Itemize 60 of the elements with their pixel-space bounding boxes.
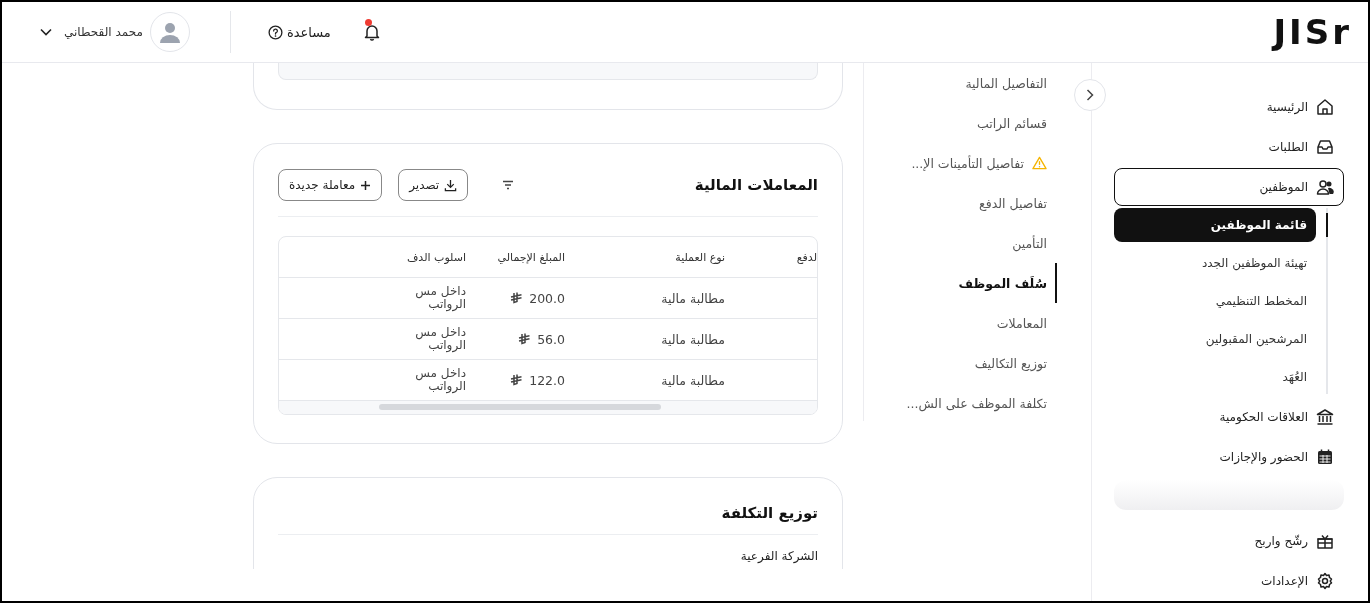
chevron-right-icon — [1086, 89, 1094, 101]
section-link[interactable]: التفاصيل المالية — [864, 63, 1057, 103]
table-cell-text: داخل مس الرواتب — [414, 366, 467, 394]
sidebar-item[interactable]: العلاقات الحكومية — [1114, 398, 1344, 436]
table-cell-text: داخل مس الرواتب — [414, 284, 467, 312]
home-icon — [1316, 98, 1334, 116]
submenu-item[interactable]: قائمة الموظفين — [1114, 208, 1316, 242]
user-name[interactable]: محمد القحطاني — [64, 25, 143, 39]
card-title: المعاملات المالية — [694, 176, 818, 194]
section-link[interactable]: التأمين — [864, 223, 1057, 263]
scrollbar[interactable] — [379, 404, 661, 410]
section-link[interactable]: تفاصيل الدفع — [864, 183, 1057, 223]
section-link[interactable]: تكلفة الموظف على الش... — [864, 383, 1057, 423]
plus-icon — [360, 179, 372, 191]
sidebar-item[interactable]: الطلبات — [1114, 128, 1344, 166]
gift-icon — [1316, 532, 1334, 550]
currency-icon — [510, 292, 524, 304]
section-link[interactable]: قسائم الراتب — [864, 103, 1057, 143]
section-link[interactable]: المعاملات — [864, 303, 1057, 343]
calendar-icon — [1316, 448, 1334, 466]
sidebar-item[interactable]: رشّح واربح — [1114, 522, 1344, 560]
filter-icon[interactable] — [502, 180, 515, 190]
users-icon — [1316, 178, 1334, 196]
inbox-icon — [1316, 138, 1334, 156]
sidebar-item[interactable]: الموظفين — [1114, 168, 1344, 206]
logo[interactable]: JISr — [1273, 12, 1352, 52]
chevron-down-icon[interactable] — [40, 28, 52, 36]
section-link[interactable]: سُلَف الموظف — [864, 263, 1057, 303]
column-header: لدفع — [795, 250, 817, 264]
column-header: نوع العملية — [674, 250, 726, 264]
card-title: توزيع التكلفة — [720, 504, 818, 522]
table-cell-text: داخل مس الرواتب — [414, 325, 467, 353]
column-header: اسلوب الدف — [407, 250, 467, 264]
table-cell-text: مطالبة مالية — [660, 290, 726, 306]
help-icon — [267, 24, 283, 40]
sidebar-item[interactable]: الإعدادات — [1114, 562, 1344, 600]
section-link[interactable]: تفاصيل التأمينات الإ... — [864, 143, 1057, 183]
help-button[interactable]: مساعدة — [267, 24, 331, 40]
sidebar-item[interactable]: الرئيسية — [1114, 88, 1344, 126]
export-button[interactable]: تصدير — [398, 169, 469, 201]
column-header: المبلغ الإجمالي — [496, 250, 566, 264]
warning-icon — [1032, 156, 1047, 170]
section-link[interactable]: توزيع التكاليف — [864, 343, 1057, 383]
submenu-item[interactable]: تهيئة الموظفين الجدد — [1114, 246, 1316, 280]
bank-icon — [1316, 408, 1334, 426]
download-icon — [444, 178, 458, 192]
submenu-item[interactable]: المخطط التنظيمي — [1114, 284, 1316, 318]
settings-icon — [1316, 572, 1334, 590]
currency-icon — [510, 374, 524, 386]
submenu-item[interactable]: العُهَد — [1114, 360, 1316, 394]
new-transaction-button[interactable]: معاملة جديدة — [278, 169, 383, 201]
table-cell: 200.0 — [477, 290, 582, 306]
submenu-item[interactable]: المرشحين المقبولين — [1114, 322, 1316, 356]
sidebar-item[interactable]: الحضور والإجازات — [1114, 438, 1344, 476]
table-cell-text: مطالبة مالية — [660, 331, 726, 347]
table-cell-text: مطالبة مالية — [660, 372, 726, 388]
currency-icon — [518, 333, 532, 345]
field-label: الشركة الفرعية — [739, 549, 818, 563]
table-cell: 122.0 — [477, 372, 582, 388]
table-cell: 56.0 — [477, 331, 582, 347]
